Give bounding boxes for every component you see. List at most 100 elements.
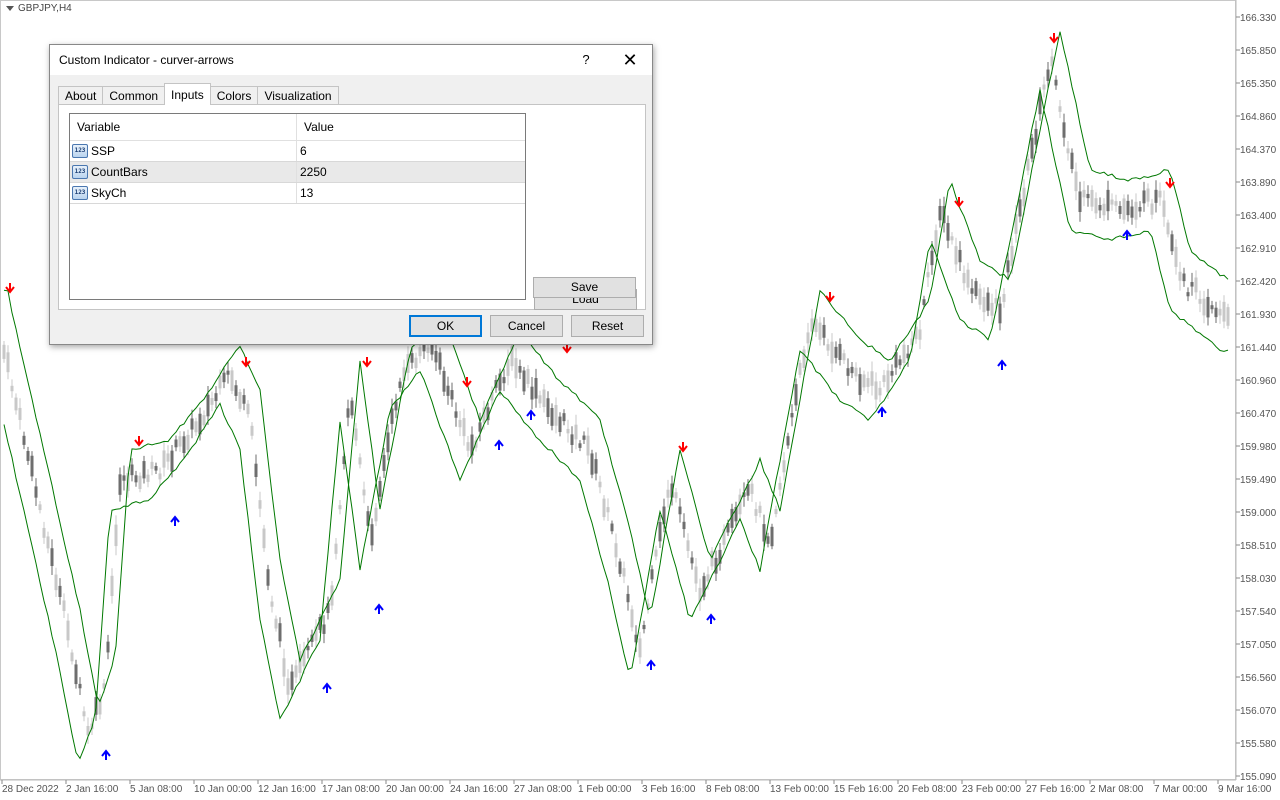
candle-body <box>530 386 534 400</box>
custom-indicator-dialog: Custom Indicator - curver-arrows ? ✕ Abo… <box>49 44 653 345</box>
candle-body <box>802 349 806 369</box>
column-header-value[interactable]: Value <box>297 114 525 140</box>
ok-button[interactable]: OK <box>409 315 482 337</box>
value-cell[interactable]: 6 <box>297 141 525 161</box>
candle-body <box>1074 171 1078 192</box>
table-row[interactable]: 123 SkyCh 13 <box>70 183 525 204</box>
candle-body <box>566 428 570 434</box>
candle-body <box>1146 188 1150 202</box>
time-tick-label: 3 Feb 16:00 <box>642 784 696 795</box>
candle-body <box>642 624 646 630</box>
candle-body <box>22 435 26 445</box>
time-tick-label: 2 Jan 16:00 <box>66 784 119 795</box>
candle-body <box>1158 190 1162 198</box>
candle-body <box>1122 198 1126 220</box>
candle-body <box>410 353 414 363</box>
candle-body <box>58 585 62 597</box>
candle-body <box>654 549 658 557</box>
candle-body <box>1046 69 1050 81</box>
candle-body <box>214 393 218 402</box>
candle-body <box>934 230 938 252</box>
candle-body <box>222 372 226 383</box>
cancel-button[interactable]: Cancel <box>490 315 563 337</box>
candle-body <box>130 464 134 476</box>
candle-body <box>458 419 462 428</box>
candle-body <box>178 436 182 447</box>
candle-body <box>1194 277 1198 293</box>
price-tick-label: 161.930 <box>1240 310 1277 321</box>
column-header-variable[interactable]: Variable <box>70 114 297 140</box>
up-arrow-icon <box>1122 229 1132 240</box>
candle-body <box>334 543 338 554</box>
candle-body <box>1030 137 1034 159</box>
candle-body <box>294 665 298 678</box>
candle-body <box>418 347 422 357</box>
candle-body <box>930 250 934 266</box>
save-button[interactable]: Save <box>533 277 636 298</box>
candle-body <box>562 413 566 422</box>
candle-body <box>850 366 854 374</box>
candle-body <box>390 408 394 424</box>
candle-body <box>866 378 870 387</box>
candle-body <box>466 442 470 451</box>
price-tick-label: 159.000 <box>1240 508 1277 519</box>
candle-body <box>974 281 978 296</box>
time-tick-label: 9 Mar 16:00 <box>1218 784 1272 795</box>
candle-body <box>770 526 774 547</box>
dialog-titlebar[interactable]: Custom Indicator - curver-arrows ? ✕ <box>50 45 652 75</box>
price-tick-label: 164.370 <box>1240 145 1277 156</box>
candle-body <box>650 569 654 580</box>
candle-body <box>858 374 862 395</box>
reset-button[interactable]: Reset <box>571 315 644 337</box>
candle-body <box>1178 271 1182 281</box>
time-tick-label: 7 Mar 00:00 <box>1154 784 1208 795</box>
candle-body <box>170 450 174 472</box>
candle-body <box>922 299 926 305</box>
price-tick-label: 155.090 <box>1240 772 1277 783</box>
candle-body <box>1186 292 1190 297</box>
tab-visualization[interactable]: Visualization <box>257 86 339 105</box>
candle-body <box>194 421 198 433</box>
candle-body <box>514 358 518 379</box>
tab-about[interactable]: About <box>58 86 104 105</box>
candle-body <box>182 436 186 454</box>
tab-inputs[interactable]: Inputs <box>164 83 211 105</box>
candle-body <box>18 407 22 420</box>
table-row[interactable]: 123 CountBars 2250 <box>70 162 525 183</box>
candle-body <box>594 459 598 474</box>
variable-cell: 123 SSP <box>70 141 297 161</box>
close-icon[interactable]: ✕ <box>614 49 646 71</box>
candle-body <box>230 370 234 391</box>
value-cell[interactable]: 2250 <box>297 162 525 182</box>
candle-body <box>798 362 802 375</box>
candle-body <box>1118 205 1122 214</box>
candle-body <box>518 365 522 373</box>
table-row[interactable]: 123 SSP 6 <box>70 141 525 162</box>
candle-body <box>370 524 374 546</box>
up-arrow-icon <box>706 613 716 624</box>
up-arrow-icon <box>646 659 656 670</box>
tab-colors[interactable]: Colors <box>209 86 259 105</box>
candle-body <box>610 523 614 532</box>
candle-body <box>42 527 46 538</box>
price-tick-label: 157.050 <box>1240 640 1277 651</box>
symbol-label[interactable]: GBPJPY,H4 <box>6 3 72 14</box>
candle-body <box>626 593 630 603</box>
candle-body <box>666 489 670 498</box>
candle-body <box>442 370 446 392</box>
candle-body <box>354 428 358 441</box>
candle-body <box>434 350 438 363</box>
candle-body <box>1002 293 1006 302</box>
candle-body <box>114 524 118 547</box>
candle-body <box>1138 206 1142 212</box>
candle-body <box>50 548 54 567</box>
tab-common[interactable]: Common <box>102 86 166 105</box>
value-cell[interactable]: 13 <box>297 183 525 203</box>
candle-body <box>674 492 678 499</box>
candle-body <box>1062 122 1066 138</box>
help-button[interactable]: ? <box>572 49 600 71</box>
candle-body <box>954 246 958 265</box>
candle-body <box>1078 191 1082 213</box>
candle-body <box>558 416 562 433</box>
candle-body <box>1110 199 1114 205</box>
